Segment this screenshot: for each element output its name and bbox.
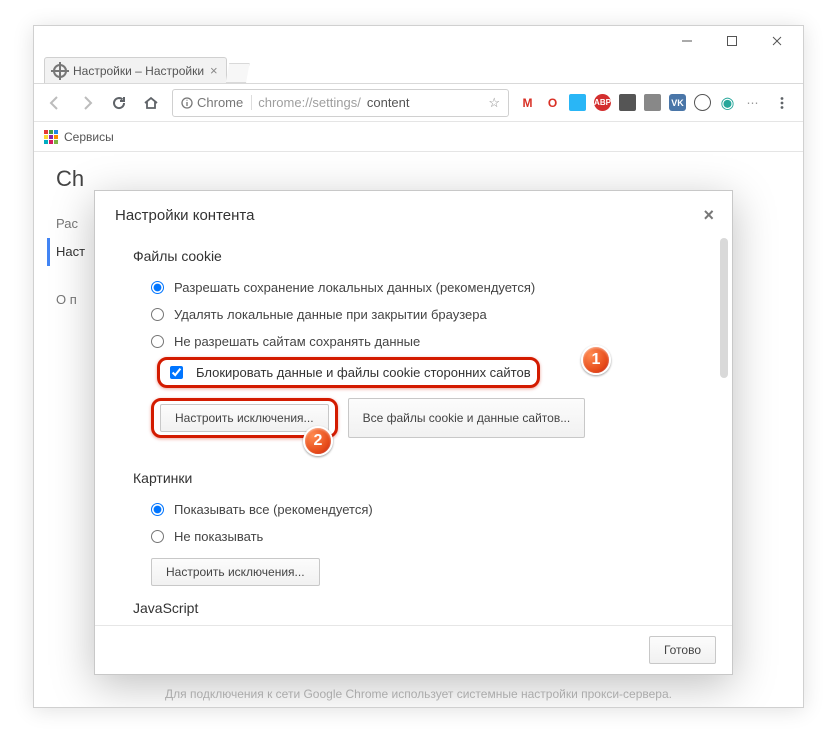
section-heading: JavaScript xyxy=(133,600,694,616)
all-cookies-button[interactable]: Все файлы cookie и данные сайтов... xyxy=(348,398,586,438)
extension-icon[interactable]: ⋯ xyxy=(744,94,761,111)
dialog-body: Файлы cookie Разрешать сохранение локаль… xyxy=(95,234,732,625)
radio-input[interactable] xyxy=(151,281,164,294)
new-tab-button[interactable] xyxy=(226,63,250,83)
tab-close-icon[interactable]: × xyxy=(210,63,218,78)
toolbar: Chrome chrome://settings/content ☆ M O A… xyxy=(34,84,803,122)
bookmark-star-icon[interactable]: ☆ xyxy=(488,95,500,111)
option-label: Удалять локальные данные при закрытии бр… xyxy=(174,307,487,322)
tab-settings[interactable]: Настройки – Настройки × xyxy=(44,57,227,83)
checkbox-label: Блокировать данные и файлы cookie сторон… xyxy=(196,365,531,380)
address-bar[interactable]: Chrome chrome://settings/content ☆ xyxy=(172,89,509,117)
radio-hide-images[interactable]: Не показывать xyxy=(133,523,694,550)
option-label: Не разрешать сайтам сохранять данные xyxy=(174,334,420,349)
extension-icon[interactable]: ◉ xyxy=(719,94,736,111)
content-settings-dialog: Настройки контента × Файлы cookie Разреш… xyxy=(94,190,733,675)
radio-show-images[interactable]: Показывать все (рекомендуется) xyxy=(133,496,694,523)
window-titlebar xyxy=(34,26,803,56)
url-path: content xyxy=(367,95,410,110)
extension-icon[interactable] xyxy=(619,94,636,111)
url-prefix: chrome://settings/ xyxy=(258,95,361,110)
secure-label: Chrome xyxy=(197,95,243,110)
site-identity[interactable]: Chrome xyxy=(181,95,252,110)
extension-icon[interactable] xyxy=(644,94,661,111)
radio-input[interactable] xyxy=(151,308,164,321)
option-label: Разрешать сохранение локальных данных (р… xyxy=(174,280,535,295)
checkbox-block-third-party[interactable] xyxy=(170,366,183,379)
section-heading: Файлы cookie xyxy=(133,248,694,264)
back-button[interactable] xyxy=(44,92,66,114)
nav-item[interactable]: Наст xyxy=(47,238,85,266)
extension-icon[interactable] xyxy=(569,94,586,111)
option-label: Показывать все (рекомендуется) xyxy=(174,502,373,517)
dialog-header: Настройки контента × xyxy=(95,191,732,234)
callout-highlight: Блокировать данные и файлы cookie сторон… xyxy=(157,357,540,388)
dialog-close-button[interactable]: × xyxy=(703,205,714,226)
extension-icon[interactable] xyxy=(694,94,711,111)
gmail-icon[interactable]: M xyxy=(519,94,536,111)
tab-strip: Настройки – Настройки × xyxy=(34,56,803,84)
window-minimize-button[interactable] xyxy=(664,27,709,55)
radio-input[interactable] xyxy=(151,503,164,516)
bookmarks-services[interactable]: Сервисы xyxy=(64,130,114,144)
info-icon xyxy=(181,97,193,109)
tab-title: Настройки – Настройки xyxy=(73,64,204,78)
radio-allow-cookies[interactable]: Разрешать сохранение локальных данных (р… xyxy=(133,274,694,301)
images-exceptions-button[interactable]: Настроить исключения... xyxy=(151,558,320,586)
nav-item[interactable]: О п xyxy=(56,286,85,314)
section-images: Картинки Показывать все (рекомендуется) … xyxy=(133,470,694,590)
scrollbar-thumb[interactable] xyxy=(720,238,728,378)
option-label: Не показывать xyxy=(174,529,263,544)
nav-item[interactable]: Рас xyxy=(56,210,85,238)
cookies-exceptions-button[interactable]: Настроить исключения... xyxy=(160,404,329,432)
opera-icon[interactable]: O xyxy=(544,94,561,111)
dialog-footer: Готово xyxy=(95,625,732,674)
section-javascript: JavaScript Разрешить всем сайтам использ… xyxy=(133,600,694,625)
bookmarks-bar: Сервисы xyxy=(34,122,803,152)
window-close-button[interactable] xyxy=(754,27,799,55)
gear-icon xyxy=(53,64,67,78)
menu-button[interactable] xyxy=(771,92,793,114)
page-footer-note: Для подключения к сети Google Chrome исп… xyxy=(34,687,803,701)
browser-window: Настройки – Настройки × Chrome chrome://… xyxy=(33,25,804,708)
window-maximize-button[interactable] xyxy=(709,27,754,55)
page-title: Ch xyxy=(56,166,84,192)
vk-icon[interactable]: VK xyxy=(669,94,686,111)
page-content: Ch Рас Наст О п Для подключения к сети G… xyxy=(34,152,803,707)
settings-side-nav: Рас Наст О п xyxy=(56,210,85,314)
section-cookies: Файлы cookie Разрешать сохранение локаль… xyxy=(133,248,694,442)
adblock-icon[interactable]: ABP xyxy=(594,94,611,111)
home-button[interactable] xyxy=(140,92,162,114)
annotation-marker-1: 1 xyxy=(581,345,611,375)
radio-input[interactable] xyxy=(151,335,164,348)
radio-block-cookies[interactable]: Не разрешать сайтам сохранять данные xyxy=(133,328,694,355)
section-heading: Картинки xyxy=(133,470,694,486)
reload-button[interactable] xyxy=(108,92,130,114)
forward-button[interactable] xyxy=(76,92,98,114)
dialog-title: Настройки контента xyxy=(115,207,254,224)
extension-icons: M O ABP VK ◉ ⋯ xyxy=(519,94,761,111)
radio-input[interactable] xyxy=(151,530,164,543)
annotation-marker-2: 2 xyxy=(303,426,333,456)
radio-session-cookies[interactable]: Удалять локальные данные при закрытии бр… xyxy=(133,301,694,328)
apps-grid-icon[interactable] xyxy=(44,130,58,144)
done-button[interactable]: Готово xyxy=(649,636,716,664)
